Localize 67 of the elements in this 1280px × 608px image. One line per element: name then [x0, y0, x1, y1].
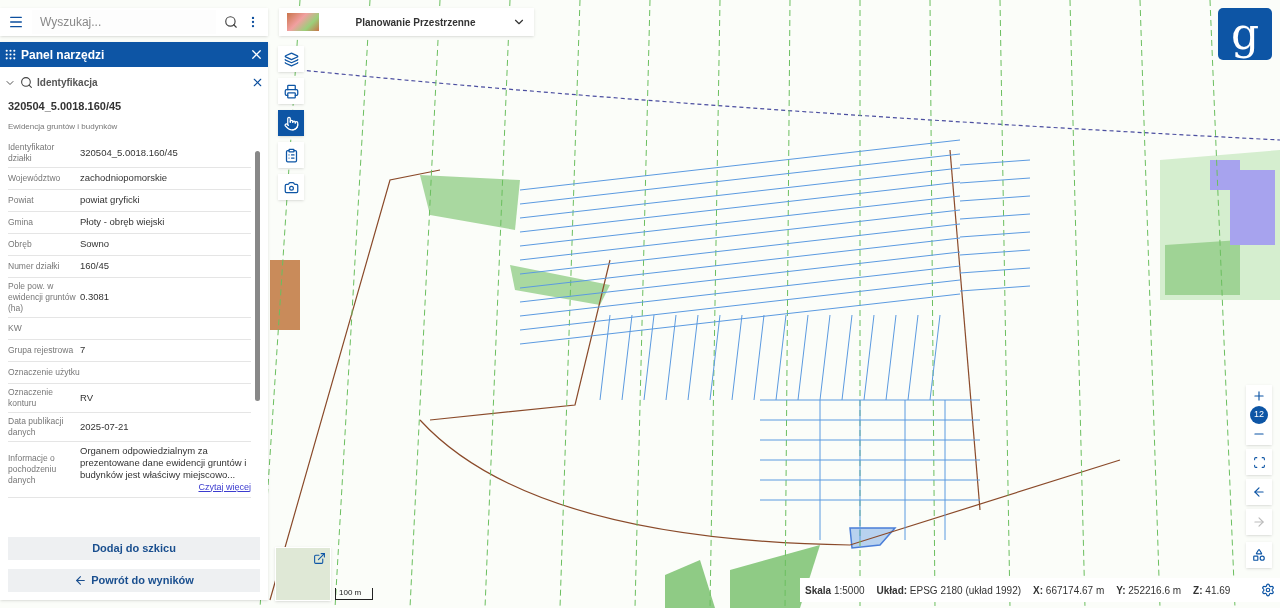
attribute-label: KW — [8, 322, 23, 334]
fullscreen-button[interactable] — [1246, 449, 1272, 475]
attribute-value: 0.3081 — [80, 291, 111, 303]
map-tool-button[interactable] — [278, 142, 304, 168]
map-tool-button[interactable] — [278, 174, 304, 200]
search-bar[interactable]: Wyszukaj... — [0, 8, 268, 36]
search-icon — [20, 76, 33, 89]
section-title: Identyfikacja — [37, 76, 99, 90]
attribute-value: 2025-07-21 — [80, 420, 130, 433]
status-item: Z: 41.69 — [1193, 583, 1231, 598]
search-icon[interactable] — [224, 15, 238, 29]
expand-icon[interactable] — [313, 552, 326, 565]
grid-icon — [4, 48, 17, 61]
shapes-button[interactable] — [1246, 542, 1272, 568]
attribute-value: 160/45 — [80, 260, 111, 272]
attribute-label: Data publikacji danych — [8, 415, 65, 438]
add-to-sketch-button[interactable]: Dodaj do szkicu — [8, 537, 260, 560]
attribute-value: zachodniopomorskie — [80, 172, 169, 184]
map-tool-button[interactable] — [278, 110, 304, 136]
attribute-label: Powiat — [8, 194, 35, 206]
source-label: Ewidencja gruntów i budynków — [8, 120, 119, 133]
hand-pointer-icon — [283, 115, 299, 131]
attribute-label: Województwo — [8, 172, 62, 184]
attribute-label: Informacje o pochodzeniu danych — [8, 452, 58, 486]
printer-icon — [283, 83, 299, 99]
map-tool-button[interactable] — [278, 46, 304, 72]
panel-title: Panel narzędzi — [21, 46, 106, 64]
close-icon[interactable] — [249, 47, 264, 62]
attribute-value: Sowno — [80, 238, 111, 250]
attribute-value: powiat gryficki — [80, 194, 141, 206]
attribute-label: Numer działki — [8, 260, 61, 272]
attribute-label: Pole pow. w ewidencji gruntów (ha) — [8, 280, 77, 314]
fullscreen-icon — [1252, 455, 1266, 469]
zoom-level-badge: 12 — [1250, 406, 1268, 424]
map-tool-button[interactable] — [278, 78, 304, 104]
status-item: X: 667174.67 m — [1033, 583, 1105, 598]
attribute-value: RV — [80, 391, 95, 404]
attribute-label: Obręb — [8, 238, 33, 250]
arrow-left-icon — [74, 574, 88, 587]
attribute-value: 7 — [80, 344, 87, 356]
close-icon[interactable] — [251, 76, 264, 89]
shapes-icon — [1252, 548, 1266, 562]
attribute-value: Płoty - obręb wiejski — [80, 216, 166, 228]
attribute-value: 320504_5.0018.160/45 — [80, 146, 179, 159]
attribute-label: Oznaczenie użytku — [8, 366, 80, 378]
settings-icon[interactable] — [1261, 583, 1275, 597]
camera-icon — [283, 179, 299, 195]
read-more-link[interactable]: Czytaj więcej — [198, 480, 251, 494]
status-item: Y: 252216.6 m — [1116, 583, 1182, 598]
attribute-label: Grupa rejestrowa — [8, 344, 75, 356]
map-thumbnail — [287, 13, 319, 31]
status-item: Skala 1:5000 — [805, 583, 865, 598]
attribute-value: Organem odpowiedzialnym za prezentowane dane ewidencji gruntów i budynków jest właściwy miejscowo... — [80, 444, 248, 481]
scale-bar: 100 m — [335, 588, 373, 600]
back-to-results-button[interactable]: Powrót do wyników — [8, 569, 260, 592]
object-id: 320504_5.0018.160/45 — [8, 99, 123, 114]
attribute-label: Identyfikator działki — [8, 141, 56, 164]
attribute-label: Oznaczenie konturu — [8, 386, 54, 409]
layer-title: Planowanie Przestrzenne — [354, 15, 477, 30]
layer-selector[interactable]: Planowanie Przestrzenne — [279, 8, 534, 36]
layers-icon — [283, 51, 299, 67]
menu-icon[interactable] — [8, 14, 24, 30]
zoom-in-icon[interactable] — [1252, 389, 1266, 403]
clipboard-icon — [283, 147, 299, 163]
status-item: Układ: EPSG 2180 (układ 1992) — [876, 583, 1022, 598]
attribute-label: Gmina — [8, 216, 35, 228]
logo[interactable]: g — [1218, 8, 1272, 60]
